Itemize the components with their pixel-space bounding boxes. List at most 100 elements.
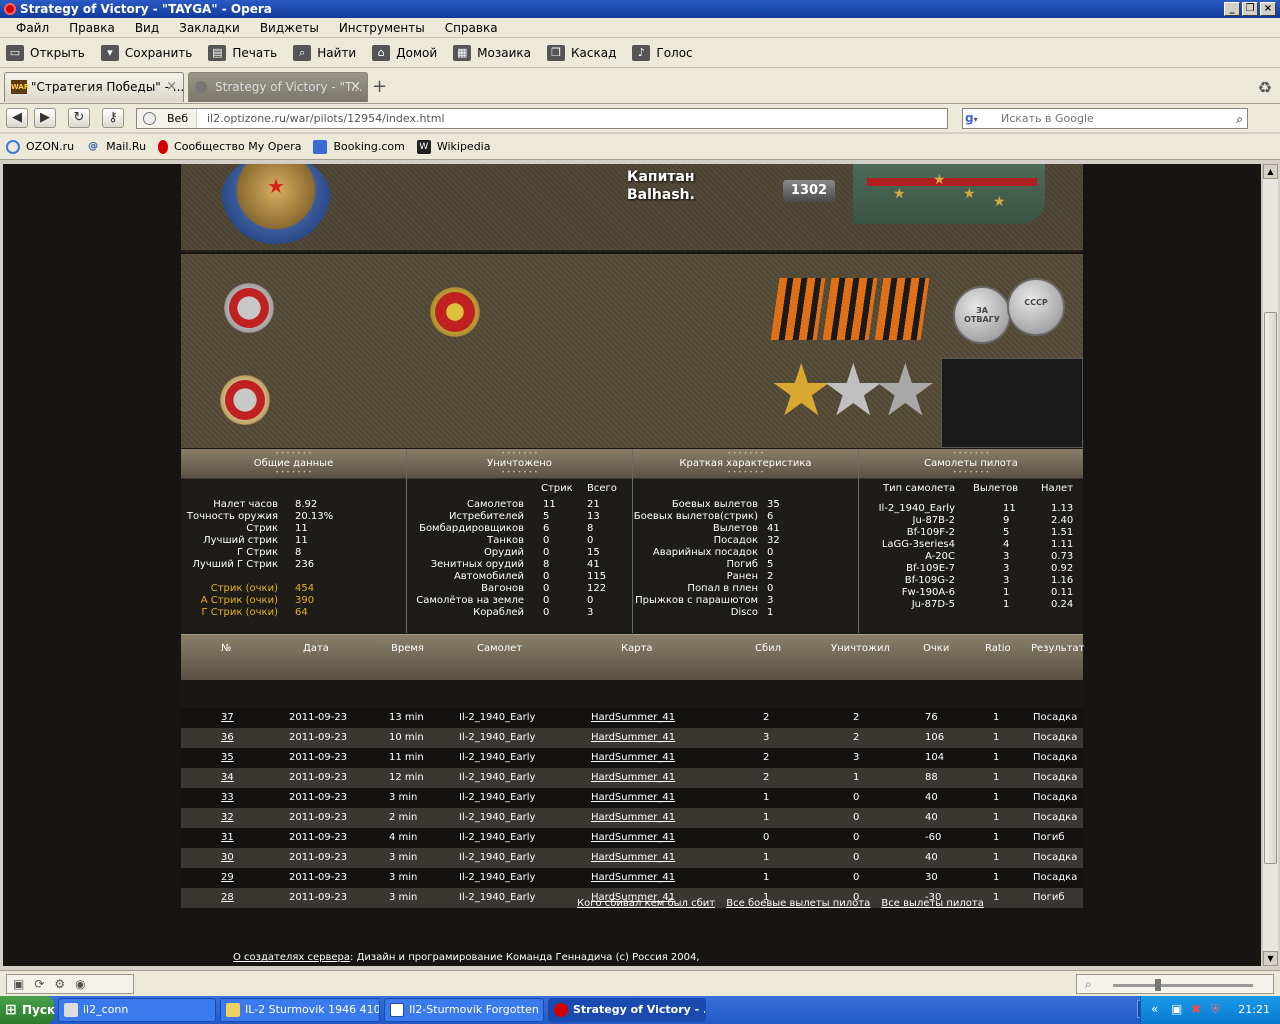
cascade-button[interactable]: ❐ Каскад [547, 44, 616, 61]
panel-toggle-icon[interactable]: ▣ [13, 977, 24, 991]
menu-bookmarks[interactable]: Закладки [169, 21, 250, 35]
about-server-link[interactable]: О создателях сервера [233, 952, 350, 963]
tab-strategy-pobedy[interactable]: WAR "Стратегия Победы" - ... × [4, 72, 184, 102]
sortie-map-link[interactable]: HardSummer_41 [591, 792, 675, 803]
tab-strategy-of-victory[interactable]: Strategy of Victory - "T... × [188, 72, 368, 102]
bookmark-wikipedia[interactable]: W Wikipedia [416, 139, 490, 154]
zoom-slider[interactable]: ⌕ [1076, 974, 1274, 994]
tab-close-icon[interactable]: × [166, 73, 177, 101]
scroll-up-icon[interactable]: ▲ [1263, 164, 1278, 179]
open-button[interactable]: ▭ Открыть [6, 44, 85, 61]
sortie-map-link[interactable]: HardSummer_41 [591, 832, 675, 843]
sortie-number-link[interactable]: 28 [221, 892, 234, 903]
find-button[interactable]: ⌕ Найти [293, 44, 356, 61]
trash-icon[interactable]: ♻ [1258, 78, 1272, 97]
search-field[interactable]: g▾ ⌕ [962, 108, 1248, 129]
save-button[interactable]: ▾ Сохранить [100, 44, 192, 61]
menu-widgets[interactable]: Виджеты [250, 21, 329, 35]
wand-button[interactable]: ⚷ [102, 108, 124, 128]
print-button[interactable]: ▤ Печать [208, 44, 277, 61]
sortie-map-link[interactable]: HardSummer_41 [591, 712, 675, 723]
sortie-number-link[interactable]: 30 [221, 852, 234, 863]
bookmark-booking[interactable]: Booking.com [313, 139, 405, 154]
stat-label: Г Стрик [237, 547, 278, 558]
task-il2-conn[interactable]: il2_conn [58, 998, 216, 1022]
new-tab-icon[interactable]: + [372, 76, 387, 97]
page-scrollbar[interactable]: ▲ ▼ [1262, 164, 1278, 966]
destroyed-streak: 11 [543, 499, 556, 510]
bookmark-ozon[interactable]: OZON.ru [6, 139, 74, 154]
start-button[interactable]: Пуск [0, 996, 55, 1024]
tab-label: "Стратегия Победы" - ... [31, 80, 184, 94]
destroyed-label: Орудий [483, 547, 524, 558]
sortie-plane-cell: Il-2_1940_Early [459, 812, 536, 823]
tray-arrow-icon[interactable]: « [1151, 1002, 1158, 1016]
sync-icon[interactable]: ⟳ [34, 977, 44, 991]
summary-label: Боевых вылетов(стрик) [633, 511, 758, 522]
sortie-number-link[interactable]: 32 [221, 812, 234, 823]
all-sorties-link[interactable]: Все вылеты пилота [881, 898, 983, 909]
all-combat-sorties-link[interactable]: Все боевые вылеты пилота [726, 898, 870, 909]
sortie-map-link[interactable]: HardSummer_41 [591, 852, 675, 863]
close-button[interactable]: × [1260, 2, 1276, 16]
summary-label: Ранен [726, 571, 758, 582]
scroll-down-icon[interactable]: ▼ [1263, 951, 1278, 966]
network-icon[interactable]: ▣ [1171, 1002, 1182, 1016]
plane-hours: 0.92 [1051, 563, 1074, 574]
plane-type: A-20C [925, 551, 955, 562]
sortie-number-link[interactable]: 29 [221, 872, 234, 883]
maximize-button[interactable]: ❐ [1242, 2, 1258, 16]
home-label: Домой [396, 45, 438, 60]
antivirus-icon[interactable]: ✖ [1191, 1002, 1201, 1016]
sortie-destroyed-cell: 0 [853, 792, 860, 803]
search-icon[interactable]: ⌕ [1236, 110, 1243, 129]
address-field[interactable]: Веб il2.optizone.ru/war/pilots/12954/ind… [136, 108, 948, 129]
google-icon[interactable]: g▾ [965, 111, 995, 126]
home-button[interactable]: ⌂ Домой [372, 44, 438, 61]
voice-button[interactable]: ♪ Голос [632, 44, 693, 61]
summary-label: Посадок [713, 535, 758, 546]
sortie-number-link[interactable]: 34 [221, 772, 234, 783]
scroll-thumb[interactable] [1264, 312, 1277, 864]
tab-close-icon[interactable]: × [350, 73, 361, 101]
who-shot-whom-link[interactable]: Кого сбивал кем был сбит [577, 898, 715, 909]
sortie-number-cell: 33 [221, 792, 234, 803]
turbo-icon[interactable]: ◉ [75, 977, 85, 991]
bookmark-my-opera[interactable]: Сообщество My Opera [158, 139, 301, 154]
sortie-map-link[interactable]: HardSummer_41 [591, 772, 675, 783]
search-input[interactable] [999, 109, 1227, 128]
sortie-ratio-cell: 1 [993, 832, 1000, 843]
task-il2-forgotten[interactable]: Il2-Sturmovik Forgotten ... [384, 998, 544, 1022]
sortie-number-link[interactable]: 31 [221, 832, 234, 843]
sortie-map-link[interactable]: HardSummer_41 [591, 872, 675, 883]
sortie-map-link[interactable]: HardSummer_41 [591, 812, 675, 823]
menu-edit[interactable]: Правка [59, 21, 125, 35]
sortie-map-link[interactable]: HardSummer_41 [591, 732, 675, 743]
back-button[interactable]: ◀ [6, 108, 28, 128]
sortie-number-link[interactable]: 37 [221, 712, 234, 723]
address-url[interactable]: il2.optizone.ru/war/pilots/12954/index.h… [207, 109, 445, 128]
bookmark-mailru[interactable]: @ Mail.Ru [86, 140, 146, 154]
menu-help[interactable]: Справка [435, 21, 508, 35]
tile-button[interactable]: ▦ Мозаика [453, 44, 531, 61]
zoom-knob[interactable] [1155, 979, 1161, 991]
sortie-shot-down-cell: 1 [763, 852, 770, 863]
address-prefix[interactable]: Веб [137, 109, 197, 128]
unite-icon[interactable]: ⚙ [54, 977, 65, 991]
minimize-button[interactable]: _ [1224, 2, 1240, 16]
task-opera[interactable]: Strategy of Victory - ... [548, 998, 706, 1022]
menu-view[interactable]: Вид [125, 21, 169, 35]
forward-button[interactable]: ▶ [34, 108, 56, 128]
task-il2-sturmovik-folder[interactable]: IL-2 Sturmovik 1946 410 [220, 998, 380, 1022]
sortie-ratio-cell: 1 [993, 712, 1000, 723]
stat-label: Лучший Г Стрик [192, 559, 278, 570]
sortie-number-link[interactable]: 35 [221, 752, 234, 763]
shield-icon[interactable]: ⛨ [1211, 1002, 1220, 1017]
reload-button[interactable]: ↻ [68, 108, 90, 128]
sortie-number-link[interactable]: 33 [221, 792, 234, 803]
sortie-result-cell: Посадка [1033, 752, 1078, 763]
sortie-number-link[interactable]: 36 [221, 732, 234, 743]
sortie-map-link[interactable]: HardSummer_41 [591, 752, 675, 763]
menu-file[interactable]: Файл [6, 21, 59, 35]
menu-tools[interactable]: Инструменты [329, 21, 435, 35]
